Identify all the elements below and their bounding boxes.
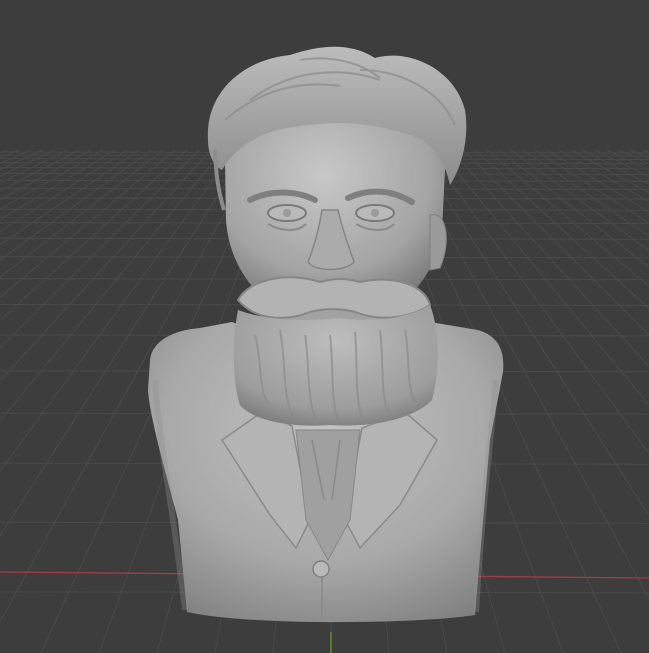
- 3d-viewport[interactable]: [0, 0, 649, 653]
- waistcoat-button: [312, 560, 330, 578]
- viewport-canvas[interactable]: [0, 0, 649, 653]
